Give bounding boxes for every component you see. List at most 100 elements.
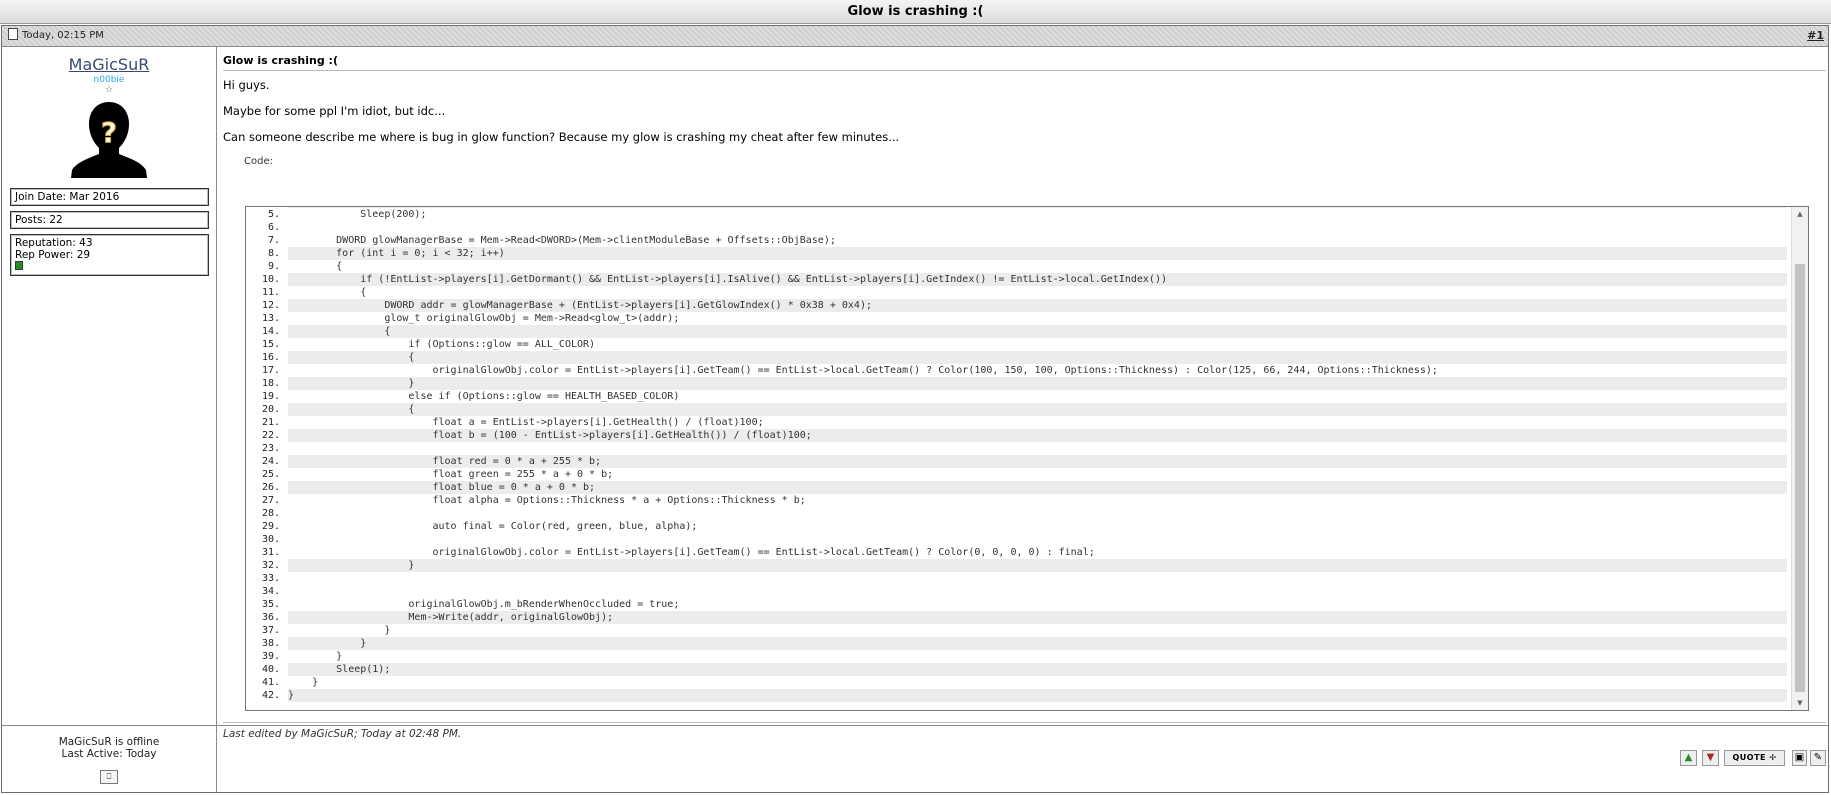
line-number: 23. (261, 443, 280, 454)
code-line: 32. } (246, 559, 1789, 572)
line-number: 41. (261, 677, 280, 688)
code-scrollbar[interactable]: ▲ ▼ (1791, 207, 1808, 710)
code-line: 8. for (int i = 0; i < 32; i++) (246, 247, 1789, 260)
code-line: 16. { (246, 351, 1789, 364)
line-number: 15. (261, 339, 280, 350)
reputation-box: Reputation: 43 Rep Power: 29 (10, 234, 209, 276)
column-divider (216, 47, 217, 792)
line-number: 19. (261, 391, 280, 402)
code-line: 35. originalGlowObj.m_bRenderWhenOcclude… (246, 598, 1789, 611)
code-line: 10. if (!EntList->players[i].GetDormant(… (246, 273, 1789, 286)
post-container: Today, 02:15 PM #1 MaGicSuR n00bie ☆ ? J… (1, 25, 1829, 793)
line-number: 31. (261, 547, 280, 558)
post-number-link[interactable]: #1 (1807, 26, 1824, 46)
code-line: 15. if (Options::glow == ALL_COLOR) (246, 338, 1789, 351)
code-line: 28. (246, 507, 1789, 520)
quote-label: QUOTE (1732, 753, 1767, 762)
line-number: 27. (261, 495, 280, 506)
code-box[interactable]: 4. while (Options::Mode == NONE)5. Sleep… (245, 206, 1809, 711)
line-code: { (288, 261, 343, 272)
line-code: } (288, 689, 1787, 702)
code-line: 24. float red = 0 * a + 255 * b; (246, 455, 1789, 468)
code-line: 14. { (246, 325, 1789, 338)
code-line: 27. float alpha = Options::Thickness * a… (246, 494, 1789, 507)
scroll-thumb[interactable] (1795, 264, 1805, 692)
line-code: originalGlowObj.m_bRenderWhenOccluded = … (288, 599, 680, 610)
line-number: 26. (261, 482, 280, 493)
vote-down-icon[interactable]: ▼ (1702, 750, 1719, 766)
code-line: 25. float green = 255 * a + 0 * b; (246, 468, 1789, 481)
code-line: 39. } (246, 650, 1789, 663)
quote-button[interactable]: QUOTE ✢ (1724, 750, 1785, 766)
code-line: 29. auto final = Color(red, green, blue,… (246, 520, 1789, 533)
line-code: float red = 0 * a + 255 * b; (288, 455, 1787, 468)
line-code: DWORD addr = glowManagerBase + (EntList-… (288, 299, 1787, 312)
line-number: 11. (261, 287, 280, 298)
code-line: 34. (246, 585, 1789, 598)
code-line: 33. (246, 572, 1789, 585)
username-link[interactable]: MaGicSuR (2, 55, 216, 74)
message-line: Can someone describe me where is bug in … (223, 130, 900, 144)
line-code: { (288, 403, 1787, 416)
line-code: for (int i = 0; i < 32; i++) (288, 247, 1787, 260)
report-post-icon[interactable]: ✎ (1810, 750, 1826, 766)
multiquote-toggle-icon[interactable]: ▣ (1792, 750, 1807, 766)
line-number: 29. (261, 521, 280, 532)
line-number: 37. (261, 625, 280, 636)
code-line: 23. (246, 442, 1789, 455)
code-line: 31. originalGlowObj.color = EntList->pla… (246, 546, 1789, 559)
reputation-text: Reputation: 43 (15, 237, 93, 249)
line-number: 40. (261, 664, 280, 675)
line-number: 38. (261, 638, 280, 649)
rep-power-text: Rep Power: 29 (15, 249, 91, 261)
line-code: DWORD glowManagerBase = Mem->Read<DWORD>… (288, 235, 836, 246)
code-line: 11. { (246, 286, 1789, 299)
line-number: 14. (261, 326, 280, 337)
line-number: 22. (261, 430, 280, 441)
user-info: MaGicSuR n00bie ☆ ? Join Date: Mar 2016 … (2, 47, 216, 725)
code-lines: 4. while (Options::Mode == NONE)5. Sleep… (246, 207, 1789, 702)
message-line: Hi guys. (223, 78, 270, 92)
reputation-button-icon[interactable]: ⎕ (100, 770, 118, 784)
line-code: float a = EntList->players[i].GetHealth(… (288, 417, 764, 428)
code-line: 40. Sleep(1); (246, 663, 1789, 676)
line-code: else if (Options::glow == HEALTH_BASED_C… (288, 391, 680, 402)
code-label: Code: (244, 156, 273, 167)
line-code: Sleep(1); (288, 663, 1787, 676)
code-line: 19. else if (Options::glow == HEALTH_BAS… (246, 390, 1789, 403)
line-number: 25. (261, 469, 280, 480)
line-code: originalGlowObj.color = EntList->players… (288, 365, 1438, 376)
line-code: auto final = Color(red, green, blue, alp… (288, 521, 698, 532)
last-edited-note: Last edited by MaGicSuR; Today at 02:48 … (223, 722, 1826, 740)
vote-up-icon[interactable]: ▲ (1680, 750, 1697, 766)
line-code: } (288, 559, 1787, 572)
line-code: float blue = 0 * a + 0 * b; (288, 481, 1787, 494)
line-code: originalGlowObj.color = EntList->players… (288, 547, 1095, 558)
line-code: { (288, 287, 367, 298)
post-date: Today, 02:15 PM (8, 26, 104, 46)
user-rank-star-icon: ☆ (104, 85, 114, 95)
avatar[interactable]: ? (69, 98, 149, 178)
code-line: 9. { (246, 260, 1789, 273)
code-line: 20. { (246, 403, 1789, 416)
post-header: Today, 02:15 PM #1 (2, 26, 1828, 47)
post-message: Hi guys. Maybe for some ppl I'm idiot, b… (223, 78, 1826, 144)
code-line: 7. DWORD glowManagerBase = Mem->Read<DWO… (246, 234, 1789, 247)
code-line: 37. } (246, 624, 1789, 637)
line-code: } (288, 677, 319, 688)
line-code: float b = (100 - EntList->players[i].Get… (288, 429, 1787, 442)
user-title: n00bie (93, 75, 125, 85)
line-number: 9. (267, 261, 280, 272)
code-line: 13. glow_t originalGlowObj = Mem->Read<g… (246, 312, 1789, 325)
code-line: 18. } (246, 377, 1789, 390)
join-date-box: Join Date: Mar 2016 (10, 188, 209, 206)
line-code: glow_t originalGlowObj = Mem->Read<glow_… (288, 313, 680, 324)
scroll-down-icon[interactable]: ▼ (1792, 696, 1808, 710)
code-line: 21. float a = EntList->players[i].GetHea… (246, 416, 1789, 429)
line-number: 24. (261, 456, 280, 467)
thread-title: Glow is crashing :( (0, 0, 1831, 24)
line-number: 16. (261, 352, 280, 363)
scroll-up-icon[interactable]: ▲ (1792, 207, 1808, 221)
line-code: float green = 255 * a + 0 * b; (288, 469, 614, 480)
line-code: } (288, 637, 1787, 650)
